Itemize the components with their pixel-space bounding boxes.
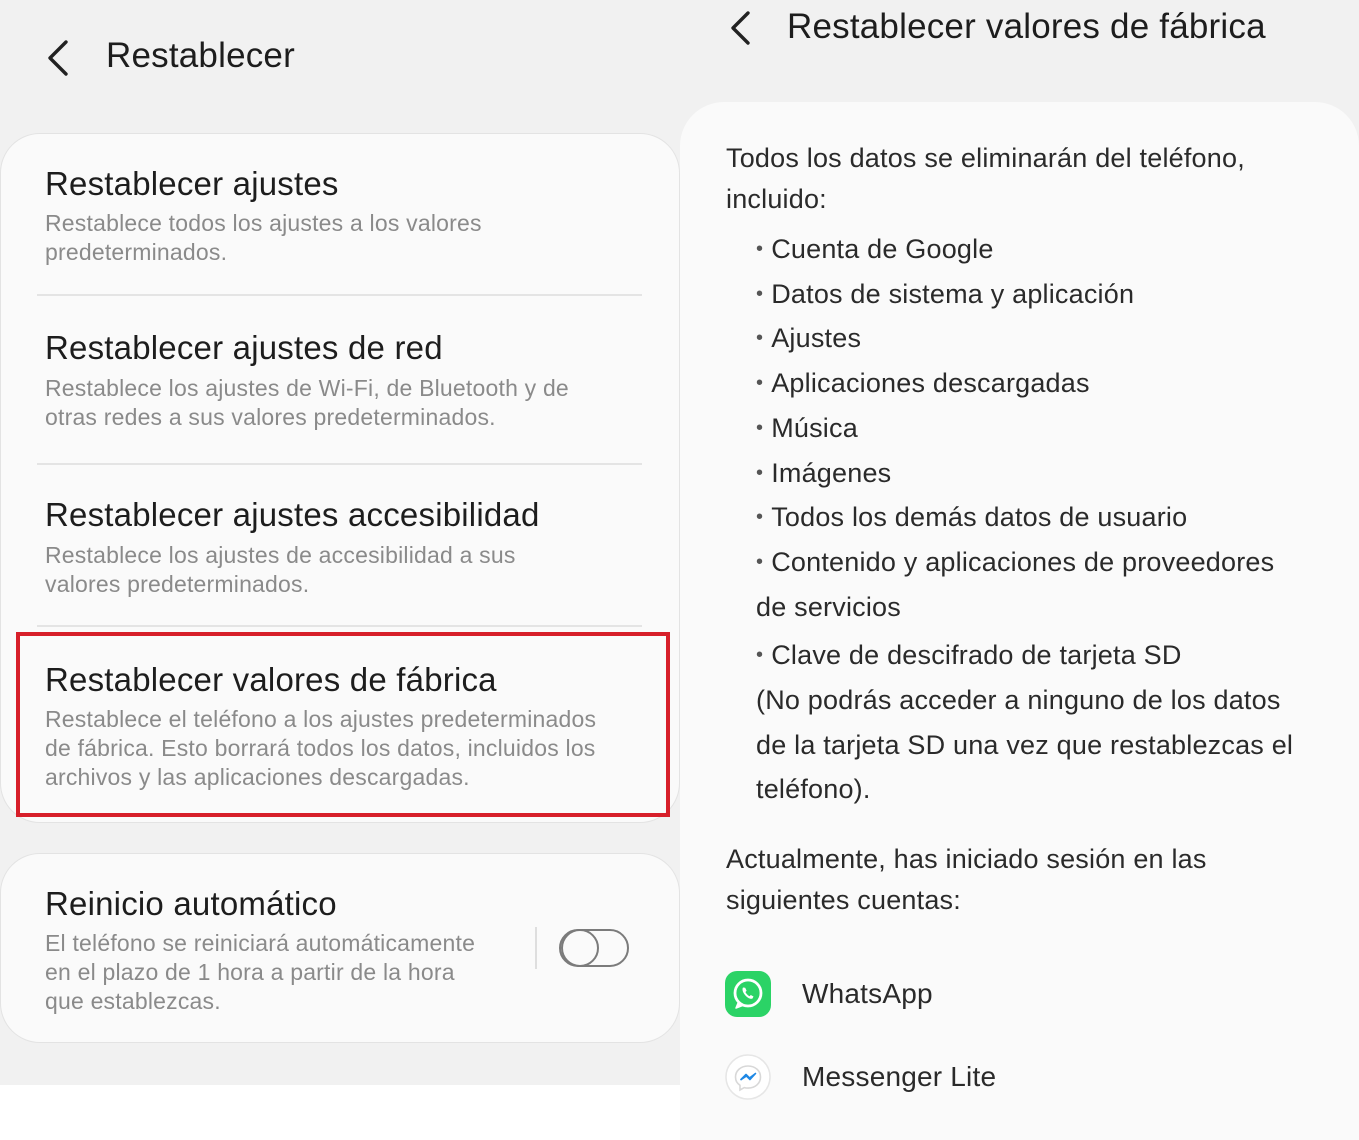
item-title: Restablecer ajustes [45, 165, 339, 202]
item-description: archivos y las aplicaciones descargadas. [45, 764, 470, 790]
page-title: Restablecer valores de fábrica [787, 7, 1266, 46]
page-title: Restablecer [106, 36, 295, 75]
whatsapp-icon [725, 971, 771, 1017]
back-arrow-icon[interactable] [44, 38, 74, 78]
list-item: • Datos de sistema y aplicación [756, 279, 1135, 309]
auto-restart-toggle[interactable] [559, 929, 629, 967]
item-description: que establezcas. [45, 988, 221, 1014]
item-description: Restablece los ajustes de Wi-Fi, de Blue… [45, 375, 569, 401]
list-item-continuation: de servicios [756, 592, 901, 622]
list-item: • Imágenes [756, 458, 892, 488]
reset-settings-item[interactable]: Restablecer ajustes Restablece todos los… [0, 133, 680, 295]
toggle-knob [561, 929, 599, 967]
item-title: Restablecer ajustes accesibilidad [45, 496, 540, 533]
sd-card-note: teléfono). [756, 774, 871, 804]
reset-screen: Restablecer Restablecer ajustes Restable… [0, 0, 680, 1085]
item-description: en el plazo de 1 hora a partir de la hor… [45, 959, 455, 985]
account-whatsapp[interactable]: WhatsApp [802, 978, 933, 1010]
factory-reset-screen: Restablecer valores de fábrica Todos los… [680, 0, 1359, 1140]
item-description: Restablece los ajustes de accesibilidad … [45, 542, 516, 568]
list-item: • Todos los demás datos de usuario [756, 502, 1188, 532]
item-title: Restablecer ajustes de red [45, 329, 443, 366]
item-description: valores predeterminados. [45, 571, 310, 597]
list-item: • Cuenta de Google [756, 234, 994, 264]
item-description: Restablece todos los ajustes a los valor… [45, 210, 482, 236]
item-description: otras redes a sus valores predeterminado… [45, 404, 496, 430]
list-item: • Música [756, 413, 858, 443]
item-description: El teléfono se reiniciará automáticament… [45, 930, 476, 956]
reset-accessibility-settings-item[interactable]: Restablecer ajustes accesibilidad Restab… [0, 465, 680, 625]
item-description: de fábrica. Esto borrará todos los datos… [45, 735, 596, 761]
list-item: • Contenido y aplicaciones de proveedores [756, 547, 1275, 577]
vertical-divider [535, 927, 537, 969]
messenger-lite-icon [725, 1054, 771, 1100]
intro-text: incluido: [726, 184, 827, 214]
item-title: Reinicio automático [45, 885, 337, 922]
accounts-intro: Actualmente, has iniciado sesión en las [726, 844, 1207, 874]
item-description: Restablece el teléfono a los ajustes pre… [45, 706, 597, 732]
back-arrow-icon[interactable] [728, 10, 758, 46]
list-item: • Aplicaciones descargadas [756, 368, 1090, 398]
item-description: predeterminados. [45, 239, 228, 265]
accounts-intro: siguientes cuentas: [726, 885, 961, 915]
sd-card-note: de la tarjeta SD una vez que restablezca… [756, 730, 1294, 760]
sd-card-note: (No podrás acceder a ninguno de los dato… [756, 685, 1281, 715]
list-item: • Clave de descifrado de tarjeta SD [756, 640, 1182, 670]
list-item: • Ajustes [756, 323, 862, 353]
item-title: Restablecer valores de fábrica [45, 661, 497, 698]
factory-reset-item[interactable]: Restablecer valores de fábrica Restablec… [0, 627, 680, 822]
reset-network-settings-item[interactable]: Restablecer ajustes de red Restablece lo… [0, 296, 680, 463]
intro-text: Todos los datos se eliminarán del teléfo… [726, 143, 1245, 173]
account-messenger-lite[interactable]: Messenger Lite [802, 1061, 996, 1093]
